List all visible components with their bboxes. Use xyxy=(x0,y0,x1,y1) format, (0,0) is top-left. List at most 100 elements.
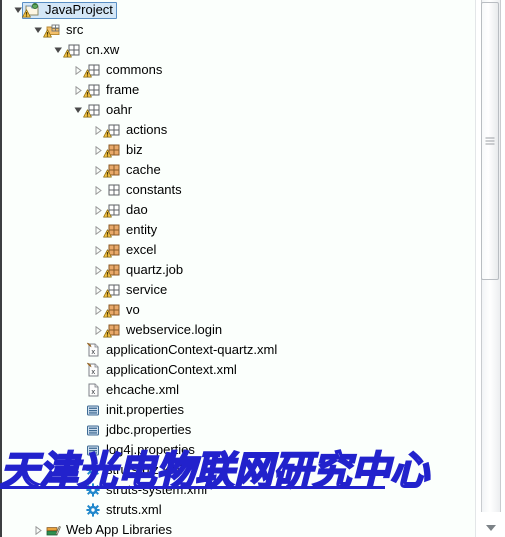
tree-item-label: quartz.job xyxy=(126,262,184,277)
properties-icon xyxy=(84,440,101,460)
tree-row[interactable]: commons xyxy=(2,60,476,80)
tree-item[interactable]: oahr xyxy=(83,102,133,119)
tree-item[interactable]: entity xyxy=(103,220,158,240)
tree-item[interactable]: webservice.login xyxy=(103,322,223,339)
tree-item[interactable]: x applicationContext-quartz.xml xyxy=(84,342,277,359)
tree-item-label: vo xyxy=(126,302,140,317)
tree-row[interactable]: src xyxy=(2,20,476,40)
no-expander xyxy=(72,360,84,380)
tree-item[interactable]: JavaProject xyxy=(22,1,117,19)
tree-row[interactable]: quartz.job xyxy=(2,260,476,280)
tree-item[interactable]: constants xyxy=(104,182,182,199)
tree-row[interactable]: oahr xyxy=(2,100,476,120)
tree-item-label: cache xyxy=(126,162,161,177)
no-expander xyxy=(72,440,84,460)
tree-item[interactable]: dao xyxy=(103,200,148,220)
tree-item[interactable]: excel xyxy=(103,242,156,259)
tree-item-label: commons xyxy=(106,62,163,77)
tree-item[interactable]: frame xyxy=(83,80,140,100)
tree-item-label: struts.xml xyxy=(106,502,162,517)
tree-row[interactable]: init.properties xyxy=(2,400,476,420)
package-icon xyxy=(83,80,101,100)
struts-icon xyxy=(84,460,101,480)
package-full-icon xyxy=(103,220,121,240)
tree-item[interactable]: biz xyxy=(103,142,143,159)
tree-item-label: service xyxy=(126,282,168,297)
tree-row[interactable]: cn.xw xyxy=(2,40,476,60)
tree-row[interactable]: actions xyxy=(2,120,476,140)
tree-item-label: applicationContext-quartz.xml xyxy=(106,342,278,357)
tree-row[interactable]: service xyxy=(2,280,476,300)
tree-item[interactable]: cache xyxy=(103,162,161,179)
spring-xml-icon: x xyxy=(84,360,101,380)
tree-row[interactable]: vo xyxy=(2,300,476,320)
svg-text:x: x xyxy=(91,367,95,376)
tree-item[interactable]: vo xyxy=(103,300,140,320)
package-full-icon xyxy=(103,260,121,280)
tree-item-label: ehcache.xml xyxy=(106,382,179,397)
expand-arrow-right-icon[interactable] xyxy=(32,520,44,537)
tree-item-label: biz xyxy=(126,142,143,157)
tree-row[interactable]: struts.xml xyxy=(2,500,476,520)
tree-item-label: JavaProject xyxy=(45,2,113,17)
tree-row[interactable]: x applicationContext-quartz.xml xyxy=(2,340,476,360)
tree-item[interactable]: src xyxy=(43,20,83,40)
tree-item-label: oahr xyxy=(106,102,133,117)
no-expander xyxy=(72,500,84,520)
tree-row[interactable]: jdbc.properties xyxy=(2,420,476,440)
vertical-scrollbar[interactable] xyxy=(475,0,505,537)
source-folder-icon xyxy=(43,20,61,40)
package-icon xyxy=(103,200,121,220)
tree-item[interactable]: log4j.properties xyxy=(84,442,195,459)
svg-text:x: x xyxy=(91,347,95,356)
tree-item-label: init.properties xyxy=(106,402,185,417)
package-full-icon xyxy=(103,300,121,320)
no-expander xyxy=(72,380,84,400)
tree-row[interactable]: struts-biz.xml xyxy=(2,460,476,480)
tree-row[interactable]: constants xyxy=(2,180,476,200)
tree-item[interactable]: x applicationContext.xml xyxy=(84,362,237,379)
tree-item[interactable]: init.properties xyxy=(84,402,184,419)
tree-item[interactable]: cn.xw xyxy=(63,42,119,59)
tree-row[interactable]: JavaProject xyxy=(2,0,476,20)
tree-item-label: log4j.properties xyxy=(106,442,195,457)
tree-row[interactable]: frame xyxy=(2,80,476,100)
spring-xml-icon: x xyxy=(84,340,101,360)
expand-arrow-right-icon[interactable] xyxy=(92,180,104,200)
project-tree[interactable]: JavaProject src cn.xw commons frame oahr actio… xyxy=(2,0,476,537)
tree-row[interactable]: dao xyxy=(2,200,476,220)
tree-row[interactable]: x ehcache.xml xyxy=(2,380,476,400)
struts-icon xyxy=(84,500,101,520)
tree-item[interactable]: struts-biz.xml xyxy=(84,462,183,479)
tree-item-label: dao xyxy=(126,202,148,217)
tree-item[interactable]: Web App Libraries xyxy=(44,522,172,537)
tree-item-label: entity xyxy=(126,222,158,237)
tree-row[interactable]: struts-system.xml xyxy=(2,480,476,500)
tree-item-label: struts-system.xml xyxy=(106,482,208,497)
tree-item[interactable]: jdbc.properties xyxy=(84,422,191,439)
tree-row[interactable]: webservice.login xyxy=(2,320,476,340)
tree-row[interactable]: cache xyxy=(2,160,476,180)
scroll-down-arrow-icon[interactable] xyxy=(485,525,496,531)
tree-item[interactable]: struts.xml xyxy=(84,502,162,519)
tree-item-label: applicationContext.xml xyxy=(106,362,237,377)
tree-item[interactable]: service xyxy=(103,282,168,299)
tree-item-label: webservice.login xyxy=(126,322,223,337)
tree-row[interactable]: biz xyxy=(2,140,476,160)
tree-item-label: jdbc.properties xyxy=(106,422,192,437)
no-expander xyxy=(72,480,84,500)
tree-item[interactable]: struts-system.xml xyxy=(84,482,207,499)
tree-row[interactable]: x applicationContext.xml xyxy=(2,360,476,380)
scrollbar-thumb[interactable] xyxy=(481,2,499,280)
tree-item[interactable]: commons xyxy=(83,62,163,79)
tree-row[interactable]: Web App Libraries xyxy=(2,520,476,537)
no-expander xyxy=(72,340,84,360)
tree-row[interactable]: excel xyxy=(2,240,476,260)
tree-row[interactable]: entity xyxy=(2,220,476,240)
tree-item[interactable]: actions xyxy=(103,122,167,139)
tree-item-label: frame xyxy=(106,82,140,97)
svg-text:x: x xyxy=(91,387,95,396)
tree-item[interactable]: x ehcache.xml xyxy=(84,382,179,399)
tree-row[interactable]: log4j.properties xyxy=(2,440,476,460)
tree-item[interactable]: quartz.job xyxy=(103,260,184,280)
